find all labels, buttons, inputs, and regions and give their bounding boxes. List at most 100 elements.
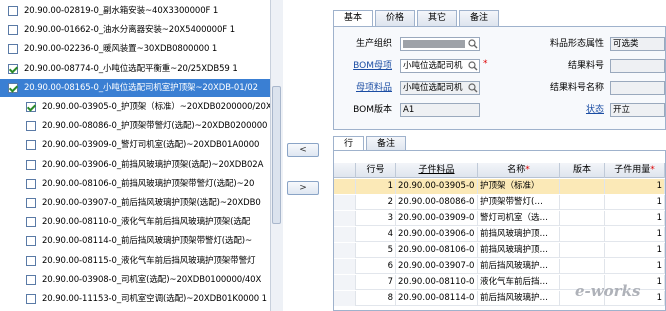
cell-row-no[interactable]: 8 [356, 291, 396, 306]
tree-item[interactable]: 20.90.00-02236-0_暖风装置~30XDB0800000 1 [8, 40, 270, 58]
lookup-icon[interactable] [468, 83, 478, 93]
tree-checkbox[interactable] [26, 102, 36, 112]
cell-name[interactable]: 前挡风玻璃护顶… [478, 227, 560, 242]
cell-row-no[interactable]: 2 [356, 195, 396, 210]
cell-name[interactable]: 护顶架带警灯(… [478, 195, 560, 210]
tree-item[interactable]: 20.90.00-08114-0_前后挡风玻璃护顶架带警灯(选配)~ [26, 232, 270, 250]
col-child-item[interactable]: 子件料品 [396, 163, 478, 178]
cell-child-item[interactable]: 20.90.00-08110-0 [396, 275, 478, 290]
table-row[interactable]: 5 20.90.00-08106-0 前挡风玻璃护顶… 1 [334, 243, 665, 258]
tree-checkbox[interactable] [26, 236, 36, 247]
tab-other[interactable]: 其它 [417, 10, 458, 26]
cell-row-no[interactable]: 1 [356, 179, 396, 194]
cell-qty[interactable]: 1 [605, 259, 665, 274]
table-row[interactable]: 3 20.90.00-03909-0 警灯司机室（选… 1 [334, 211, 665, 226]
move-right-button[interactable]: > [287, 181, 319, 195]
lookup-icon[interactable] [468, 61, 478, 71]
bom-parent-field[interactable]: 小吨位选配司机 [400, 59, 480, 73]
tree-item[interactable]: 20.90.00-08165-0_小吨位选配司机室护顶架~20XDB-01/02 [0, 78, 270, 97]
cell-name[interactable]: 前后挡风玻璃护… [478, 259, 560, 274]
cell-qty[interactable]: 1 [605, 227, 665, 242]
cell-version[interactable] [560, 243, 605, 258]
cell-qty[interactable]: 1 [605, 211, 665, 226]
status-field[interactable]: 开立 [610, 103, 665, 117]
cell-child-item[interactable]: 20.90.00-03905-0 [396, 179, 478, 194]
col-version[interactable]: 版本 [560, 163, 605, 178]
col-row-no[interactable]: 行号 [356, 163, 396, 178]
end-name-field[interactable] [610, 81, 665, 95]
cell-name[interactable]: 护顶架（标准） [478, 179, 560, 194]
cell-row-no[interactable]: 6 [356, 259, 396, 274]
cell-name[interactable]: 液化气车前后挡… [478, 275, 560, 290]
tree-item[interactable]: 20.90.00-03907-0_前后挡风玻璃护顶架(选配)~20XDB0 [26, 194, 270, 212]
tree-item[interactable]: 20.90.00-08774-0_小吨位选配平衡重~20/25XDB59 1 [8, 60, 270, 78]
cell-child-item[interactable]: 20.90.00-08114-0 [396, 291, 478, 306]
tree-checkbox[interactable] [26, 198, 36, 208]
tree-checkbox[interactable] [8, 6, 18, 16]
cell-qty[interactable]: 1 [605, 243, 665, 258]
cell-qty[interactable]: 1 [605, 179, 665, 194]
col-qty[interactable]: 子件用量* [605, 163, 665, 178]
bom-version-field[interactable]: A1 [400, 103, 480, 117]
cell-name[interactable]: 前挡风玻璃护顶… [478, 243, 560, 258]
parent-item-label[interactable]: 母项料品 [336, 81, 392, 95]
tab-basic[interactable]: 基本 [333, 10, 374, 27]
move-left-button[interactable]: < [287, 143, 319, 157]
cell-child-item[interactable]: 20.90.00-08086-0 [396, 195, 478, 210]
parent-item-field[interactable]: 小吨位选配司机 [400, 81, 480, 95]
tree-item[interactable]: 20.90.00-01662-0_油水分离器安装~20X5400000F 1 [8, 21, 270, 39]
tree-item[interactable]: 20.90.00-08110-0_液化气车前后挡风玻璃护顶架(选配 [26, 213, 270, 231]
table-row[interactable]: 4 20.90.00-03906-0 前挡风玻璃护顶… 1 [334, 227, 665, 242]
tree-checkbox[interactable] [8, 44, 18, 55]
tree-checkbox[interactable] [26, 294, 36, 304]
tree-item[interactable]: 20.90.00-11153-0_司机室空调(选配)~20XDB01K0000 … [26, 290, 270, 308]
tree-checkbox[interactable] [26, 217, 36, 228]
tree-item[interactable]: 20.90.00-03908-0_司机室(选配)~20XDB0100000/40… [26, 271, 270, 289]
tree-item[interactable]: 20.90.00-03909-0_警灯司机室(选配)~20XDB01A0000 [26, 136, 270, 154]
bom-parent-label[interactable]: BOM母项 [336, 59, 392, 73]
tab-remark[interactable]: 备注 [459, 10, 500, 26]
tree-item[interactable]: 20.90.00-03906-0_前挡风玻璃护顶架(选配)~20XDB02A [26, 156, 270, 174]
cell-version[interactable] [560, 195, 605, 210]
tree-item[interactable]: 20.90.00-08106-0_前挡风玻璃护顶架带警灯(选配)~20 [26, 175, 270, 193]
cell-row-no[interactable]: 5 [356, 243, 396, 258]
status-label[interactable]: 状态 [524, 103, 604, 117]
col-name[interactable]: 名称* [478, 163, 560, 178]
tree-checkbox[interactable] [8, 63, 18, 74]
tree-checkbox[interactable] [8, 25, 18, 36]
tree-item[interactable]: 20.90.00-02819-0_副水箱安装~40X3300000F 1 [8, 2, 270, 20]
cell-name[interactable]: 前后挡风玻璃护… [478, 291, 560, 306]
tree-checkbox[interactable] [26, 159, 36, 170]
cell-version[interactable] [560, 179, 605, 194]
tree-checkbox[interactable] [8, 82, 18, 93]
cell-row-no[interactable]: 3 [356, 211, 396, 226]
table-row[interactable]: 1 20.90.00-03905-0 护顶架（标准） 1 [334, 179, 665, 194]
tree-checkbox[interactable] [26, 140, 36, 151]
tree-checkbox[interactable] [26, 121, 36, 132]
cell-version[interactable] [560, 227, 605, 242]
form-attr-field[interactable]: 可选类 [610, 37, 665, 51]
tree-checkbox[interactable] [26, 274, 36, 285]
cell-row-no[interactable]: 7 [356, 275, 396, 290]
lookup-icon[interactable] [468, 39, 478, 49]
tree-item[interactable]: 20.90.00-08115-0_液化气车前后挡风玻璃护顶架带警灯 [26, 252, 270, 270]
table-row[interactable]: 2 20.90.00-08086-0 护顶架带警灯(… 1 [334, 195, 665, 210]
tree-checkbox[interactable] [26, 255, 36, 266]
tree-checkbox[interactable] [26, 178, 36, 189]
cell-child-item[interactable]: 20.90.00-03906-0 [396, 227, 478, 242]
cell-version[interactable] [560, 211, 605, 226]
tree-item[interactable]: 20.90.00-03905-0_护顶架（标准）~20XDB0200000/20… [26, 98, 270, 116]
cell-child-item[interactable]: 20.90.00-03907-0 [396, 259, 478, 274]
tree-scrollbar-thumb[interactable] [272, 86, 281, 224]
cell-qty[interactable]: 1 [605, 195, 665, 210]
tree-item[interactable]: 20.90.00-08086-0_护顶架带警灯(选配)~20XDB0200000 [26, 117, 270, 135]
cell-version[interactable] [560, 259, 605, 274]
org-field[interactable] [400, 37, 480, 51]
end-code-field[interactable] [610, 59, 665, 73]
cell-child-item[interactable]: 20.90.00-08106-0 [396, 243, 478, 258]
cell-child-item[interactable]: 20.90.00-03909-0 [396, 211, 478, 226]
tab-price[interactable]: 价格 [375, 10, 416, 26]
cell-row-no[interactable]: 4 [356, 227, 396, 242]
table-row[interactable]: 6 20.90.00-03907-0 前后挡风玻璃护… 1 [334, 259, 665, 274]
cell-name[interactable]: 警灯司机室（选… [478, 211, 560, 226]
